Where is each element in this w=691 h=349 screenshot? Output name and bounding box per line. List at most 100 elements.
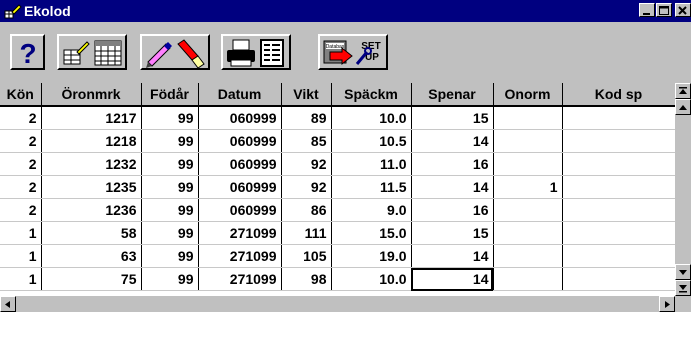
table-cell[interactable]: 060999	[198, 129, 282, 153]
minimize-button[interactable]	[639, 3, 655, 17]
table-row[interactable]: 2 1218 99 060999 85 10.5 14	[0, 129, 676, 153]
table-cell[interactable]: 1	[0, 267, 42, 291]
table-cell[interactable]: 89	[281, 106, 332, 130]
print-view-button[interactable]	[221, 34, 291, 70]
table-cell[interactable]	[493, 152, 563, 176]
table-cell[interactable]: 58	[41, 221, 142, 245]
help-button[interactable]: ?	[10, 34, 45, 70]
table-cell[interactable]: 99	[141, 198, 199, 222]
table-cell[interactable]: 15	[411, 221, 494, 245]
table-cell[interactable]: 10.5	[331, 129, 412, 153]
table-cell[interactable]: 1	[0, 221, 42, 245]
table-cell[interactable]	[493, 221, 563, 245]
table-cell[interactable]: 105	[281, 244, 332, 268]
close-button[interactable]	[675, 3, 691, 17]
column-header-fodar[interactable]: Födår	[141, 83, 199, 107]
table-cell[interactable]	[493, 267, 563, 291]
table-cell[interactable]: 1	[0, 244, 42, 268]
table-cell[interactable]: 86	[281, 198, 332, 222]
table-cell[interactable]: 1236	[41, 198, 142, 222]
table-cell[interactable]	[493, 129, 563, 153]
vertical-scrollbar[interactable]	[675, 83, 691, 296]
column-header-onorm[interactable]: Onorm	[493, 83, 563, 107]
table-cell[interactable]	[562, 221, 676, 245]
table-cell[interactable]: 85	[281, 129, 332, 153]
table-row[interactable]: 2 1236 99 060999 86 9.0 16	[0, 198, 676, 222]
table-cell[interactable]	[493, 244, 563, 268]
table-cell[interactable]: 92	[281, 175, 332, 199]
scroll-left-button[interactable]	[0, 296, 16, 312]
table-row[interactable]: 1 58 99 271099 111 15.0 15	[0, 221, 676, 245]
table-cell[interactable]	[562, 152, 676, 176]
table-cell[interactable]: 98	[281, 267, 332, 291]
column-header-spenar[interactable]: Spenar	[411, 83, 494, 107]
table-cell[interactable]: 060999	[198, 198, 282, 222]
table-cell[interactable]: 16	[411, 198, 494, 222]
table-cell[interactable]: 2	[0, 152, 42, 176]
table-cell[interactable]: 271099	[198, 244, 282, 268]
table-cell[interactable]	[493, 106, 563, 130]
pencil-eraser-button[interactable]	[140, 34, 210, 70]
table-cell[interactable]: 1218	[41, 129, 142, 153]
table-cell[interactable]: 1235	[41, 175, 142, 199]
table-row[interactable]: 1 63 99 271099 105 19.0 14	[0, 244, 676, 268]
table-cell[interactable]: 19.0	[331, 244, 412, 268]
table-cell[interactable]: 14	[411, 129, 494, 153]
table-cell[interactable]: 99	[141, 129, 199, 153]
table-cell[interactable]	[562, 198, 676, 222]
table-cell[interactable]: 92	[281, 152, 332, 176]
table-cell[interactable]: 75	[41, 267, 142, 291]
table-row[interactable]: 2 1235 99 060999 92 11.5 14 1	[0, 175, 676, 199]
table-cell[interactable]: 99	[141, 221, 199, 245]
table-cell[interactable]: 99	[141, 175, 199, 199]
table-cell[interactable]	[562, 129, 676, 153]
scroll-top-button[interactable]	[675, 83, 691, 99]
table-cell[interactable]: 111	[281, 221, 332, 245]
table-cell[interactable]: 11.5	[331, 175, 412, 199]
table-cell[interactable]: 99	[141, 106, 199, 130]
table-cell[interactable]: 060999	[198, 106, 282, 130]
table-cell[interactable]: 060999	[198, 152, 282, 176]
table-cell[interactable]: 99	[141, 267, 199, 291]
table-cell[interactable]	[493, 198, 563, 222]
table-row[interactable]: 2 1217 99 060999 89 10.0 15	[0, 106, 676, 130]
scroll-down-button[interactable]	[675, 264, 691, 280]
table-cell[interactable]: 271099	[198, 221, 282, 245]
table-cell[interactable]: 10.0	[331, 267, 412, 291]
column-header-datum[interactable]: Datum	[198, 83, 282, 107]
table-cell[interactable]: 2	[0, 106, 42, 130]
column-header-spackm[interactable]: Späckm	[331, 83, 412, 107]
table-cell[interactable]: 14	[411, 175, 494, 199]
table-cell[interactable]: 1	[493, 175, 563, 199]
table-cell[interactable]: 15.0	[331, 221, 412, 245]
scroll-bottom-button[interactable]	[675, 280, 691, 296]
column-header-kon[interactable]: Kön	[0, 83, 42, 107]
table-cell[interactable]: 060999	[198, 175, 282, 199]
scroll-up-button[interactable]	[675, 99, 691, 115]
table-cell[interactable]	[562, 267, 676, 291]
table-cell[interactable]: 271099	[198, 267, 282, 291]
table-cell[interactable]: 14	[411, 244, 494, 268]
table-cell[interactable]	[562, 175, 676, 199]
title-bar[interactable]: Ekolod	[0, 0, 691, 22]
column-header-oronmrk[interactable]: Öronmrk	[41, 83, 142, 107]
table-cell[interactable]: 2	[0, 129, 42, 153]
table-cell[interactable]: 99	[141, 152, 199, 176]
column-header-kod-sp[interactable]: Kod sp	[562, 83, 676, 107]
table-cell[interactable]: 9.0	[331, 198, 412, 222]
table-cell[interactable]: 1217	[41, 106, 142, 130]
table-cell[interactable]: 11.0	[331, 152, 412, 176]
table-cell[interactable]: 2	[0, 198, 42, 222]
horizontal-scrollbar[interactable]	[0, 296, 691, 312]
table-cell[interactable]: 2	[0, 175, 42, 199]
column-header-vikt[interactable]: Vikt	[281, 83, 332, 107]
scroll-right-button[interactable]	[659, 296, 675, 312]
selected-cell[interactable]: 14	[411, 267, 494, 291]
table-cell[interactable]	[562, 244, 676, 268]
table-row[interactable]: 2 1232 99 060999 92 11.0 16	[0, 152, 676, 176]
maximize-button[interactable]	[656, 3, 672, 17]
table-cell[interactable]: 16	[411, 152, 494, 176]
db-setup-button[interactable]: Databas SET UP	[318, 34, 388, 70]
table-cell[interactable]: 99	[141, 244, 199, 268]
table-cell[interactable]	[562, 106, 676, 130]
